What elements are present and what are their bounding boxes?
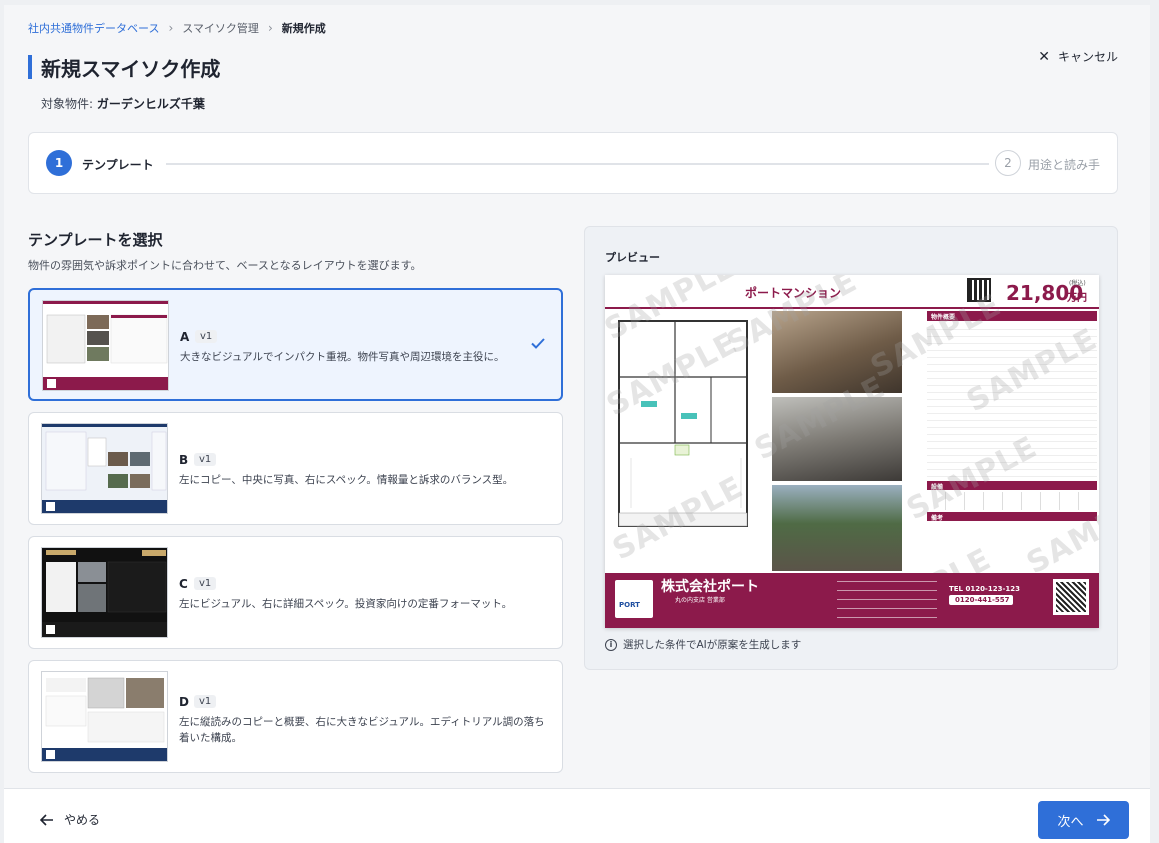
preview-note-text: 選択した条件でAIが原案を生成します [623,639,802,651]
breadcrumb-root-link[interactable]: 社内共通物件データベース [28,20,159,36]
template-description: 左にコピー、中央に写真、右にスペック。情報量と訴求のバランス型。 [179,474,514,486]
template-name: A [180,330,190,344]
title-accent-bar [28,55,32,79]
stepper: 1 テンプレート 2 用途と読み手 [28,132,1118,194]
company-logo-text: PORT [619,601,640,609]
company-logo [615,580,653,618]
back-button[interactable]: やめる [40,811,100,828]
template-list: A v1 大きなビジュアルでインパクト重視。物件写真や周辺環境を主役に。 B v… [28,288,563,778]
flyer-price-note: (税込) [1069,280,1086,287]
breadcrumb-current: 新規作成 [281,22,326,35]
cancel-button[interactable]: ✕ キャンセル [1038,48,1118,65]
template-description: 左に縦読みのコピーと概要、右に大きなビジュアル。エディトリアル調の落ち着いた構成… [179,716,545,744]
target-property-label: 対象物件: [41,97,97,111]
flyer-preview: ポートマンション 21,800 万円 (税込) 物件概要 設備 備考 SAMPL… [605,275,1099,628]
next-label: 次へ [1057,814,1084,830]
step-1-label: テンプレート [82,158,154,172]
template-description: 大きなビジュアルでインパクト重視。物件写真や周辺環境を主役に。 [180,351,505,363]
arrow-left-icon [40,813,53,826]
company-branch: 丸の内支店 営業部 [675,597,725,604]
preview-note: i 選択した条件でAIが原案を生成します [605,637,801,652]
template-version-badge: v1 [194,577,217,590]
cancel-label: キャンセル [1057,50,1118,64]
template-version-badge: v1 [194,453,217,466]
template-name: B [179,453,189,467]
remarks-header-bar [927,512,1097,521]
breadcrumb: 社内共通物件データベース › スマイソク管理 › 新規作成 [28,20,326,36]
template-card-d[interactable]: D v1 左に縦読みのコピーと概要、右に大きなビジュアル。エディトリアル調の落ち… [28,660,563,773]
company-details [837,581,937,619]
template-thumbnail [41,423,168,514]
footer-bar: やめる 次へ [4,788,1150,843]
breadcrumb-chevron-icon: › [168,21,174,35]
next-button[interactable]: 次へ [1038,801,1129,839]
template-name: C [179,577,188,591]
template-version-badge: v1 [195,330,218,343]
template-card-b[interactable]: B v1 左にコピー、中央に写真、右にスペック。情報量と訴求のバランス型。 [28,412,563,525]
breadcrumb-parent-link[interactable]: スマイソク管理 [182,20,259,36]
template-version-badge: v1 [194,695,217,708]
step-1-circle: 1 [46,150,72,176]
preview-label: プレビュー [605,251,660,264]
company-name: 株式会社ポート [661,579,759,595]
info-icon: i [605,638,617,651]
template-card-c[interactable]: C v1 左にビジュアル、右に詳細スペック。投資家向けの定番フォーマット。 [28,536,563,649]
step-2-circle: 2 [995,150,1021,176]
step-connector [166,163,989,165]
breadcrumb-chevron-icon: › [267,21,273,35]
page-title: 新規スマイソク作成 [41,57,221,81]
template-description: 左にビジュアル、右に詳細スペック。投資家向けの定番フォーマット。 [179,598,513,610]
template-thumbnail [41,547,168,638]
step-2-label: 用途と読み手 [1027,158,1100,172]
section-description: 物件の雰囲気や訴求ポイントに合わせて、ベースとなるレイアウトを選びます。 [28,259,422,272]
template-card-a[interactable]: A v1 大きなビジュアルでインパクト重視。物件写真や周辺環境を主役に。 [28,288,563,401]
section-title: テンプレートを選択 [28,231,163,249]
target-property-name: ガーデンヒルズ千葉 [96,97,205,111]
preview-panel: プレビュー ポートマンション 21,800 万円 (税込) 物件概要 設備 備考… [584,226,1118,670]
template-thumbnail [42,300,169,391]
close-icon: ✕ [1038,48,1050,65]
check-icon [531,338,545,349]
flyer-price-unit: 万円 [1067,293,1087,304]
template-thumbnail [41,671,168,762]
back-label: やめる [64,813,101,827]
flyer-tel: TEL 0120-123-123 [949,585,1020,593]
entrance-photo [772,485,902,571]
target-property: 対象物件: ガーデンヒルズ千葉 [41,95,205,112]
template-name: D [179,695,189,709]
arrow-right-icon [1096,814,1110,826]
free-dial-number: 0120-441-557 [955,596,1010,604]
footer-qr-code-icon [1053,579,1089,615]
